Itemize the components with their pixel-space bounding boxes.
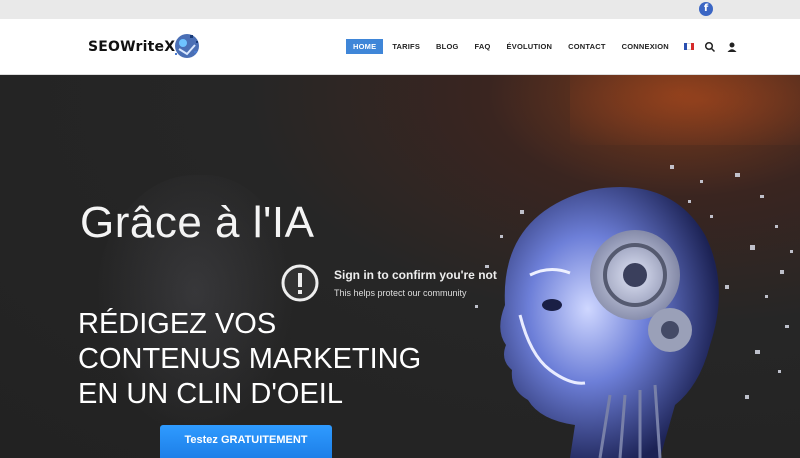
nav-faq[interactable]: FAQ [468, 39, 498, 54]
search-icon[interactable] [704, 41, 716, 53]
try-free-button[interactable]: Testez GRATUITEMENT [160, 425, 332, 458]
user-icon[interactable] [726, 41, 738, 53]
hero-glow [570, 75, 800, 145]
verification-title: Sign in to confirm you're not [334, 268, 497, 282]
nav-home[interactable]: HOME [346, 39, 384, 54]
hero-title: RÉDIGEZ VOS CONTENUS MARKETING EN UN CLI… [78, 307, 421, 412]
nav-contact[interactable]: CONTACT [561, 39, 613, 54]
hero-title-line: CONTENUS MARKETING [78, 343, 422, 375]
hero-section: Grâce à l'IA RÉDIGEZ VOS CONTENUS MARKET… [0, 75, 800, 458]
nav-evolution[interactable]: ÉVOLUTION [500, 39, 560, 54]
top-bar: f [0, 0, 800, 19]
facebook-icon[interactable]: f [699, 2, 713, 16]
main-nav: HOME TARIFS BLOG FAQ ÉVOLUTION CONTACT C… [346, 39, 748, 54]
robot-head-illustration [475, 165, 793, 458]
site-header: SEOWriteX HOME TARIFS BLOG FAQ ÉVOLUTION… [0, 19, 800, 75]
site-logo-text[interactable]: SEOWriteX [88, 39, 175, 55]
verification-overlay: Sign in to confirm you're not This helps… [280, 263, 497, 313]
alert-icon [281, 264, 319, 302]
verification-subtitle: This helps protect our community [334, 288, 467, 298]
french-flag-icon[interactable] [683, 43, 694, 50]
hero-title-line: EN UN CLIN D'OEIL [78, 378, 343, 410]
nav-tarifs[interactable]: TARIFS [385, 39, 427, 54]
nav-connexion[interactable]: CONNEXION [615, 39, 676, 54]
hero-subtitle: Grâce à l'IA [80, 198, 315, 247]
logo-icon[interactable] [170, 29, 204, 63]
nav-blog[interactable]: BLOG [429, 39, 465, 54]
